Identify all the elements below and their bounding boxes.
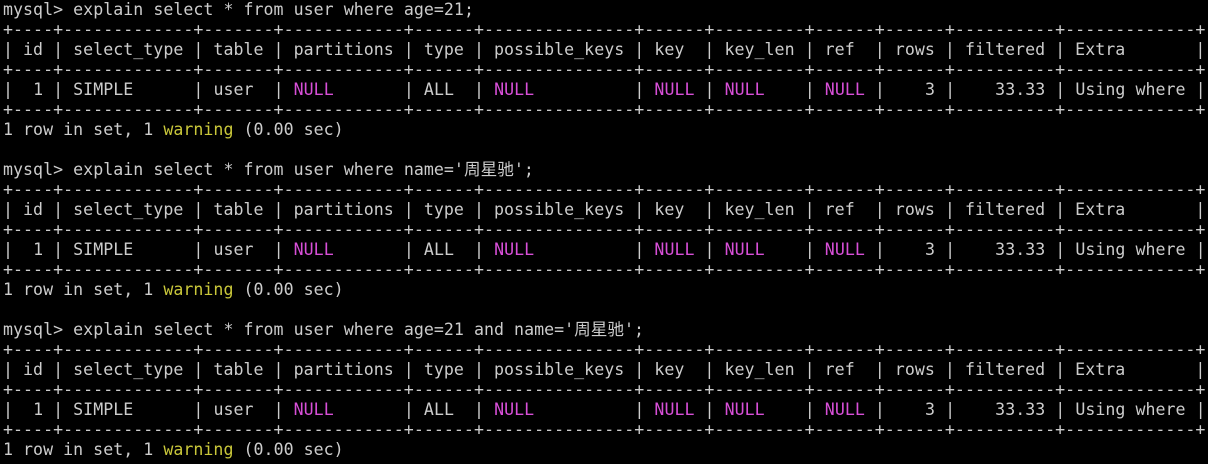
command-text: explain select * from user where name='周… [73, 160, 534, 179]
prompt: mysql> [3, 160, 74, 179]
result-prefix: 1 row in set, 1 [3, 120, 164, 139]
cell-key-len: NULL [724, 80, 765, 99]
table-header-row: | id | select_type | table | partitions … [3, 40, 1206, 59]
cell-possible-keys: NULL [494, 240, 535, 259]
cell-possible-keys: NULL [494, 80, 535, 99]
cell-id: 1 [33, 240, 44, 259]
terminal-window[interactable]: mysql> explain select * from user where … [0, 0, 1208, 464]
table-border: +----+-------------+-------+------------… [3, 20, 1206, 39]
table-border: +----+-------------+-------+------------… [3, 420, 1206, 439]
result-prefix: 1 row in set, 1 [3, 280, 164, 299]
cell-select-type: SIMPLE [73, 400, 134, 419]
cell-select-type: SIMPLE [73, 240, 134, 259]
command-line: mysql> explain select * from user where … [3, 0, 1208, 20]
table-border: +----+-------------+-------+------------… [3, 260, 1206, 279]
cell-key-len: NULL [724, 240, 765, 259]
cell-partitions: NULL [293, 240, 334, 259]
cell-ref: NULL [824, 240, 865, 259]
table-header-row: | id | select_type | table | partitions … [3, 360, 1206, 379]
table-border: +----+-------------+-------+------------… [3, 340, 1206, 359]
result-suffix: (0.00 sec) [233, 440, 344, 459]
cell-key: NULL [654, 240, 695, 259]
cell-table: user [213, 400, 254, 419]
result-summary: 1 row in set, 1 warning (0.00 sec) [3, 120, 1208, 140]
warning-text: warning [163, 120, 234, 139]
result-summary: 1 row in set, 1 warning (0.00 sec) [3, 280, 1208, 300]
warning-text: warning [163, 280, 234, 299]
cell-key-len: NULL [724, 400, 765, 419]
cell-type: ALL [423, 240, 454, 259]
cell-rows: 3 [925, 400, 936, 419]
cell-extra: Using where [1075, 240, 1186, 259]
cell-select-type: SIMPLE [73, 80, 134, 99]
warning-text: warning [163, 440, 234, 459]
command-text: explain select * from user where age=21 … [73, 320, 645, 339]
prompt: mysql> [3, 0, 74, 19]
table-header-row: | id | select_type | table | partitions … [3, 200, 1206, 219]
cell-type: ALL [423, 80, 454, 99]
cell-extra: Using where [1075, 400, 1186, 419]
table-row: | 1 | SIMPLE | user | NULL | ALL | NULL … [3, 240, 1206, 259]
cell-rows: 3 [925, 240, 936, 259]
cell-filtered: 33.33 [995, 80, 1046, 99]
query-block: mysql> explain select * from user where … [3, 0, 1208, 160]
command-line: mysql> explain select * from user where … [3, 160, 1208, 180]
cell-partitions: NULL [293, 80, 334, 99]
query-block: mysql> explain select * from user where … [3, 160, 1208, 320]
cell-filtered: 33.33 [995, 240, 1046, 259]
table-border: +----+-------------+-------+------------… [3, 180, 1206, 199]
table-row: | 1 | SIMPLE | user | NULL | ALL | NULL … [3, 80, 1206, 99]
table-border: +----+-------------+-------+------------… [3, 60, 1206, 79]
cell-table: user [213, 240, 254, 259]
cell-key: NULL [654, 400, 695, 419]
cell-extra: Using where [1075, 80, 1186, 99]
table-border: +----+-------------+-------+------------… [3, 100, 1206, 119]
cell-ref: NULL [824, 400, 865, 419]
cell-partitions: NULL [293, 400, 334, 419]
command-line: mysql> explain select * from user where … [3, 320, 1208, 340]
table-border: +----+-------------+-------+------------… [3, 380, 1206, 399]
cell-rows: 3 [925, 80, 936, 99]
prompt: mysql> [3, 320, 74, 339]
result-summary: 1 row in set, 1 warning (0.00 sec) [3, 440, 1208, 460]
cell-id: 1 [33, 80, 44, 99]
result-suffix: (0.00 sec) [233, 120, 344, 139]
cell-type: ALL [423, 400, 454, 419]
result-prefix: 1 row in set, 1 [3, 440, 164, 459]
cell-ref: NULL [824, 80, 865, 99]
cell-table: user [213, 80, 254, 99]
query-block: mysql> explain select * from user where … [3, 320, 1208, 460]
table-row: | 1 | SIMPLE | user | NULL | ALL | NULL … [3, 400, 1206, 419]
cell-id: 1 [33, 400, 44, 419]
command-text: explain select * from user where age=21; [73, 0, 474, 19]
cell-key: NULL [654, 80, 695, 99]
result-suffix: (0.00 sec) [233, 280, 344, 299]
cell-possible-keys: NULL [494, 400, 535, 419]
table-border: +----+-------------+-------+------------… [3, 220, 1206, 239]
cell-filtered: 33.33 [995, 400, 1046, 419]
